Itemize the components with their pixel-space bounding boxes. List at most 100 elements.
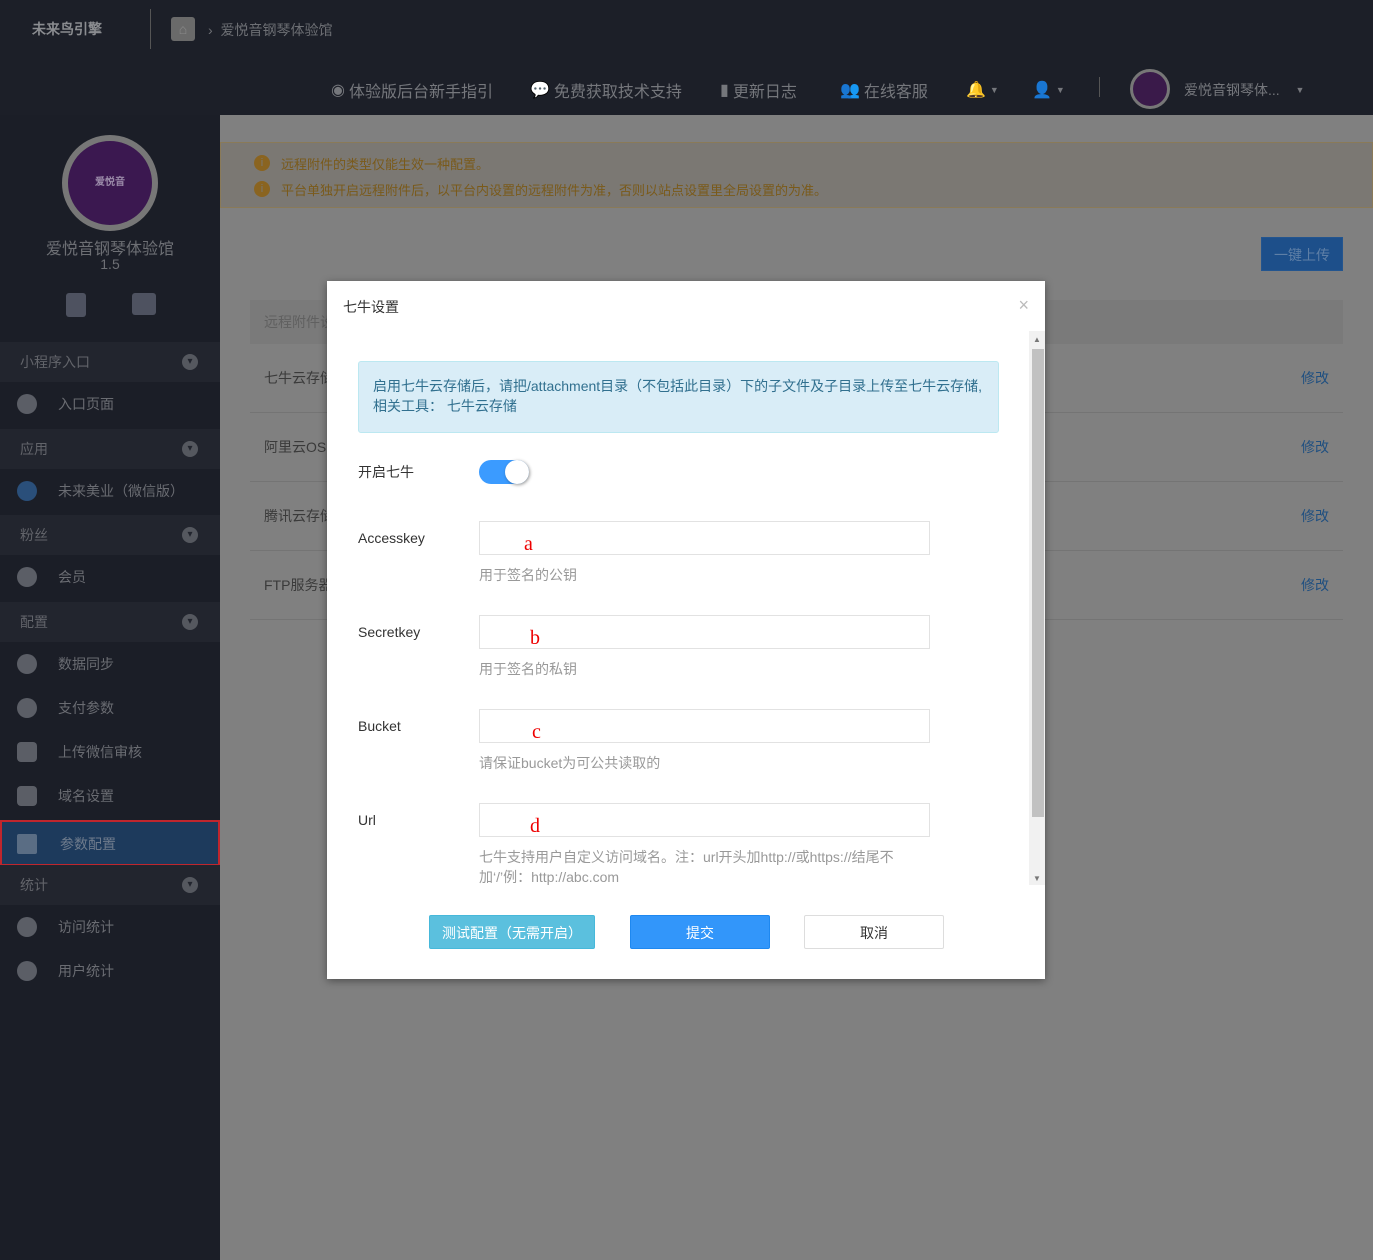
book-icon: ▮ [720,82,729,99]
url-label: Url [358,812,376,828]
submit-button[interactable]: 提交 [630,915,770,949]
notification-dropdown[interactable]: 🔔 ▼ [966,78,999,102]
brand-logo[interactable]: 未来鸟引擎 [32,19,102,39]
sidebar: 爱悦音 爱悦音钢琴体验馆 1.5 小程序入口 ▾ 入口页面 应用 ▾ 未来美业（微信… [0,115,220,1260]
link-icon [17,654,37,674]
scrollbar[interactable]: ▲ ▼ [1029,331,1045,885]
item-label: 上传微信审核 [58,744,142,760]
chevron-down-icon: ▾ [182,877,198,893]
notice-box: i 远程附件的类型仅能生效一种配置。 i 平台单独开启远程附件后，以平台内设置的… [220,142,1373,208]
nav-service[interactable]: 👥 在线客服 [840,78,928,102]
sidebar-group-apps[interactable]: 应用 ▾ [0,429,220,469]
notice-text: 远程附件的类型仅能生效一种配置。 [281,157,490,172]
gear-icon [17,698,37,718]
user-icon: 👤 [1032,82,1052,99]
shield-icon [17,786,37,806]
guide-icon: ◉ [331,82,345,99]
item-label: 访问统计 [58,919,114,935]
row-name: 腾讯云存储 [264,508,334,524]
sidebar-item-members[interactable]: 会员 [0,555,220,599]
nav-changelog[interactable]: ▮ 更新日志 [720,78,797,102]
list-icon [17,834,37,854]
chevron-down-icon: ▾ [182,354,198,370]
group-label: 小程序入口 [20,354,90,370]
qiniu-settings-modal: 七牛设置 × ▲ ▼ 启用七牛云存储后，请把/attachment目录（不包括此目… [327,281,1045,979]
sidebar-item-user-stats[interactable]: 用户统计 [0,949,220,993]
nav-support[interactable]: 💬 免费获取技术支持 [530,78,682,102]
notice-text: 平台单独开启远程附件后，以平台内设置的远程附件为准，否则以站点设置里全局设置的为… [281,183,828,198]
sidebar-item-visit-stats[interactable]: 访问统计 [0,905,220,949]
caret-down-icon: ▼ [1295,85,1305,95]
accesskey-input[interactable]: a [479,521,930,555]
enable-qiniu-toggle[interactable] [479,460,529,484]
edit-link[interactable]: 修改 [1301,551,1329,620]
item-label: 未来美业（微信版） [58,483,184,499]
sidebar-item-params[interactable]: 参数配置 [0,820,220,866]
sidebar-item-payment[interactable]: 支付参数 [0,686,220,730]
item-label: 域名设置 [58,788,114,804]
chart-icon [17,917,37,937]
briefcase-icon[interactable] [132,293,156,315]
version-doc-icon[interactable] [66,293,86,317]
sidebar-group-miniprogram[interactable]: 小程序入口 ▾ [0,342,220,382]
modal-title: 七牛设置 [343,299,399,315]
secretkey-input[interactable]: b [479,615,930,649]
close-icon[interactable]: × [1018,295,1029,316]
info-alert: 启用七牛云存储后，请把/attachment目录（不包括此目录）下的子文件及子目… [358,361,999,433]
users-icon: 👥 [840,82,860,99]
chart-icon [17,961,37,981]
breadcrumb-label: 爱悦音钢琴体验馆 [220,22,333,38]
item-label: 入口页面 [58,396,114,412]
scroll-up-icon[interactable]: ▲ [1033,335,1041,344]
divider [150,9,151,49]
scroll-thumb[interactable] [1032,349,1044,817]
nav-label: 免费获取技术支持 [553,84,682,101]
row-name: 阿里云OSS [264,439,336,455]
heart-icon [17,567,37,587]
one-click-upload-button[interactable]: 一键上传 [1261,237,1343,271]
scroll-down-icon[interactable]: ▼ [1033,874,1041,883]
item-label: 参数配置 [60,836,116,852]
group-label: 应用 [20,441,48,457]
account-dropdown[interactable]: 爱悦音钢琴体... ▼ [1184,78,1304,102]
edit-link[interactable]: 修改 [1301,482,1329,551]
row-name: 七牛云存储 [264,370,334,386]
nav-guide[interactable]: ◉ 体验版后台新手指引 [331,78,493,102]
shield-icon [17,742,37,762]
user-dropdown[interactable]: 👤 ▼ [1032,78,1065,102]
bell-icon: 🔔 [966,82,986,99]
test-config-button[interactable]: 测试配置（无需开启） [429,915,595,949]
nav-label: 体验版后台新手指引 [348,84,493,101]
group-label: 配置 [20,614,48,630]
sidebar-item-domain[interactable]: 域名设置 [0,774,220,818]
breadcrumb[interactable]: › 爱悦音钢琴体验馆 [208,20,332,40]
item-label: 会员 [58,569,86,585]
item-label: 用户统计 [58,963,114,979]
edit-link[interactable]: 修改 [1301,344,1329,413]
accesskey-label: Accesskey [358,530,425,546]
caret-down-icon: ▼ [1055,85,1065,95]
sidebar-item-wechat-review[interactable]: 上传微信审核 [0,730,220,774]
edit-link[interactable]: 修改 [1301,413,1329,482]
sidebar-item-beauty-app[interactable]: 未来美业（微信版） [0,469,220,513]
group-label: 统计 [20,877,48,893]
sidebar-group-fans[interactable]: 粉丝 ▾ [0,515,220,555]
store-version: 1.5 [100,256,120,272]
account-avatar[interactable] [1130,69,1170,109]
group-label: 粉丝 [20,527,48,543]
sidebar-group-stats[interactable]: 统计 ▾ [0,865,220,905]
cancel-button[interactable]: 取消 [804,915,944,949]
sidebar-item-data-sync[interactable]: 数据同步 [0,642,220,686]
chevron-down-icon: ▾ [182,614,198,630]
home-icon[interactable]: ⌂ [171,17,195,41]
sidebar-group-config[interactable]: 配置 ▾ [0,602,220,642]
secretkey-label: Secretkey [358,624,421,640]
sidebar-item-entry-page[interactable]: 入口页面 [0,382,220,426]
info-icon: i [254,155,270,171]
bucket-label: Bucket [358,718,401,734]
url-input[interactable]: d [479,803,930,837]
accesskey-help: 用于签名的公钥 [479,567,577,583]
caret-down-icon: ▼ [989,85,999,95]
enable-label: 开启七牛 [358,464,414,480]
bucket-input[interactable]: c [479,709,930,743]
